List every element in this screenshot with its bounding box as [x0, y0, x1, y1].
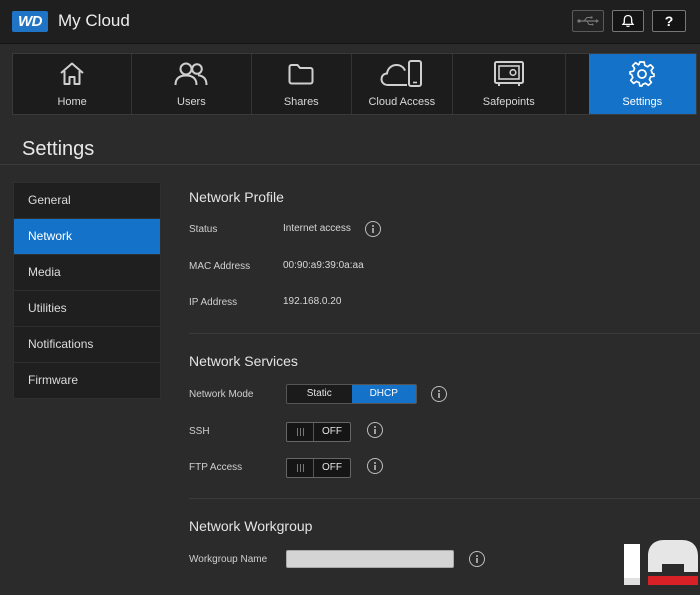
nav-settings-label: Settings — [622, 96, 663, 108]
network-workgroup-title: Network Workgroup — [189, 518, 313, 534]
sidebar-item-firmware[interactable]: Firmware — [14, 363, 160, 399]
info-icon[interactable] — [365, 221, 381, 237]
nav-safepoints-label: Safepoints — [482, 96, 535, 108]
bell-icon — [621, 14, 635, 27]
mac-address-label: MAC Address — [189, 261, 251, 272]
ssh-state: OFF — [322, 426, 342, 437]
notifications-button[interactable] — [612, 10, 644, 32]
sidebar-item-notifications[interactable]: Notifications — [14, 327, 160, 363]
nav-cloud-access-label: Cloud Access — [368, 96, 436, 108]
help-button[interactable]: ? — [652, 10, 686, 32]
cloud-device-icon — [380, 60, 422, 87]
nav-safepoints[interactable]: Safepoints — [453, 54, 566, 114]
network-mode-dhcp[interactable]: DHCP — [351, 385, 416, 403]
home-icon — [60, 62, 84, 85]
safe-icon — [493, 61, 524, 86]
ssh-label: SSH — [189, 426, 210, 437]
workgroup-name-input[interactable] — [286, 550, 454, 568]
nav-settings[interactable]: Settings — [588, 54, 696, 114]
usb-icon — [577, 16, 599, 26]
page-title: Settings — [22, 138, 95, 160]
sidebar-item-utilities[interactable]: Utilities — [14, 291, 160, 327]
info-icon[interactable] — [469, 551, 485, 567]
workgroup-name-label: Workgroup Name — [189, 554, 268, 565]
users-icon — [174, 62, 208, 86]
toggle-grip — [287, 459, 314, 477]
mac-address-value: 00:90:a9:39:0a:aa — [283, 260, 364, 271]
status-label: Status — [189, 224, 218, 235]
wd-logo: WD — [12, 11, 48, 32]
ftp-access-label: FTP Access — [189, 462, 243, 473]
network-mode-toggle: Static DHCP — [286, 384, 417, 404]
nav-home[interactable]: Home — [13, 54, 133, 114]
watermark-logo — [624, 540, 698, 585]
nav-shares-label: Shares — [283, 96, 319, 108]
nav-users[interactable]: Users — [132, 54, 252, 114]
info-icon[interactable] — [367, 458, 383, 474]
divider — [0, 164, 700, 165]
divider — [189, 498, 700, 499]
sidebar-item-network[interactable]: Network — [14, 219, 160, 255]
ftp-access-toggle[interactable]: OFF — [286, 458, 351, 478]
network-mode-static[interactable]: Static — [287, 385, 352, 403]
nav-cloud-access[interactable]: Cloud Access — [352, 54, 453, 114]
usb-button[interactable] — [572, 10, 604, 32]
ip-address-value: 192.168.0.20 — [283, 296, 342, 307]
status-value: Internet access — [283, 223, 351, 234]
nav-users-label: Users — [177, 96, 206, 108]
ip-address-label: IP Address — [189, 297, 238, 308]
info-icon[interactable] — [431, 386, 447, 402]
main-nav: Home Users Shares Cloud Access Safepoint… — [12, 53, 697, 115]
sidebar-item-media[interactable]: Media — [14, 255, 160, 291]
network-services-title: Network Services — [189, 353, 298, 369]
network-profile-title: Network Profile — [189, 189, 284, 205]
top-bar: WD My Cloud ? — [0, 0, 700, 44]
nav-shares[interactable]: Shares — [252, 54, 353, 114]
ssh-toggle[interactable]: OFF — [286, 422, 351, 442]
info-icon[interactable] — [367, 422, 383, 438]
settings-sidebar: General Network Media Utilities Notifica… — [13, 182, 161, 399]
sidebar-item-general[interactable]: General — [14, 183, 160, 219]
network-mode-label: Network Mode — [189, 389, 254, 400]
gear-icon — [629, 61, 656, 87]
divider — [189, 333, 700, 334]
nav-home-label: Home — [57, 96, 87, 108]
folder-icon — [288, 64, 314, 85]
app-title: My Cloud — [58, 11, 130, 30]
toggle-grip — [287, 423, 314, 441]
ftp-state: OFF — [322, 462, 342, 473]
